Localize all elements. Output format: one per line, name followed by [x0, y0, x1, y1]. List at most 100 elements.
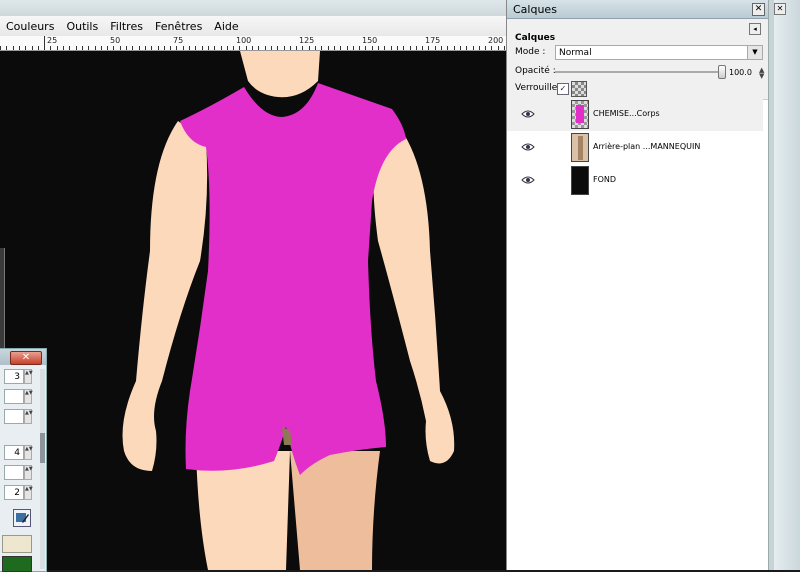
spin-field-4[interactable]: 4 [4, 445, 24, 460]
eye-icon[interactable] [521, 109, 535, 119]
ruler-tick [88, 46, 90, 50]
ruler-tick [195, 46, 197, 50]
ruler-tick [18, 46, 20, 50]
ruler-tick [144, 46, 146, 50]
spin-field-5[interactable] [4, 465, 24, 480]
opacity-value[interactable]: 100.0 [729, 68, 752, 77]
ruler-label: 125 [299, 36, 315, 45]
ruler-tick [157, 46, 159, 50]
spin-field-1[interactable]: 3 [4, 369, 24, 384]
ruler-tick [31, 46, 33, 50]
spin-arrows-icon[interactable]: ▲▼ [24, 445, 33, 460]
checker-lock-icon [571, 81, 587, 97]
ruler-label: 25 [47, 36, 58, 45]
opacity-slider-handle[interactable] [718, 65, 726, 79]
opacity-spin-icon[interactable]: ▲ ▼ [759, 67, 764, 80]
menu-aide[interactable]: Aide [208, 20, 244, 33]
ruler-tick [491, 46, 493, 50]
spin-arrows-icon[interactable]: ▲▼ [24, 389, 33, 404]
lock-alpha-checkbox[interactable]: ✓ [557, 83, 569, 95]
window-right-edge: ✕ [774, 0, 800, 570]
ruler-tick [327, 46, 329, 50]
ruler-tick [270, 46, 272, 50]
ruler-tick [315, 46, 316, 50]
layer-thumbnail [571, 100, 589, 129]
spin-arrows-icon[interactable]: ▲▼ [24, 465, 33, 480]
menu-couleurs[interactable]: Couleurs [0, 20, 60, 33]
ruler-tick [119, 46, 121, 50]
ruler-tick [6, 46, 8, 50]
menu-outils[interactable]: Outils [60, 20, 104, 33]
opacity-slider-track[interactable] [555, 71, 725, 73]
mode-dropdown[interactable]: Normal ▼ [555, 45, 763, 60]
spin-field-6[interactable]: 2 [4, 485, 24, 500]
layer-thumbnail [571, 133, 589, 162]
spin-field-3[interactable] [4, 409, 24, 424]
section-title: Calques [515, 33, 556, 43]
ruler-tick [459, 46, 461, 50]
ruler-tick [296, 46, 298, 50]
dialog-scrollbar[interactable] [40, 369, 45, 569]
ruler-tick [352, 46, 354, 50]
ruler-tick [283, 46, 285, 50]
ruler-tick [201, 46, 203, 50]
panel-menu-icon[interactable]: ◂ [749, 23, 761, 35]
ruler-tick [466, 46, 468, 50]
ruler-label: 175 [425, 36, 441, 45]
close-icon[interactable]: ✕ [752, 3, 765, 16]
close-button[interactable]: ✕ [10, 351, 42, 365]
ruler-tick [0, 46, 1, 50]
spin-arrows-icon[interactable]: ▲▼ [24, 409, 33, 424]
layers-panel: Calques ✕ Calques ◂ Mode : Normal ▼ Opac… [506, 0, 769, 570]
ruler-tick [447, 46, 449, 50]
window-top-strip [0, 0, 506, 16]
layer-row[interactable]: CHEMISE...Corps [507, 98, 763, 131]
ruler-label: 75 [173, 36, 184, 45]
menu-filtres[interactable]: Filtres [104, 20, 149, 33]
ruler-tick [63, 46, 64, 50]
scrollbar-thumb[interactable] [40, 433, 45, 463]
edit-icon[interactable] [13, 509, 31, 527]
ruler-tick [94, 46, 96, 50]
horizontal-ruler[interactable]: 25 50 75 100 125 150 175 200 [0, 36, 506, 51]
ruler-tick [12, 46, 14, 50]
ruler-tick [415, 46, 417, 50]
ruler-tick [441, 46, 442, 50]
ruler-tick [226, 46, 228, 50]
ruler-tick [277, 46, 279, 50]
mannequin-artwork [0, 51, 506, 570]
layers-options: Calques ◂ Mode : Normal ▼ Opacité : 100.… [507, 19, 769, 100]
layer-row[interactable]: Arrière-plan ...MANNEQUIN [507, 131, 763, 164]
spin-field-2[interactable] [4, 389, 24, 404]
ruler-tick [422, 46, 424, 50]
layer-row[interactable]: FOND [507, 164, 763, 197]
background-color-swatch[interactable] [2, 535, 32, 553]
ruler-tick [138, 46, 140, 50]
ruler-tick [233, 46, 235, 50]
layer-name[interactable]: CHEMISE...Corps [593, 109, 660, 118]
eye-icon[interactable] [521, 142, 535, 152]
ruler-tick [214, 46, 216, 50]
ruler-label: 200 [488, 36, 504, 45]
mode-label: Mode : [515, 47, 546, 57]
menu-fenetres[interactable]: Fenêtres [149, 20, 208, 33]
ruler-label: 50 [110, 36, 121, 45]
chevron-down-icon[interactable]: ▼ [747, 46, 762, 59]
eye-icon[interactable] [521, 175, 535, 185]
ruler-tick [485, 46, 487, 50]
ruler-tick [434, 46, 436, 50]
ruler-tick [113, 46, 115, 50]
close-icon[interactable]: ✕ [774, 3, 786, 15]
layer-name[interactable]: Arrière-plan ...MANNEQUIN [593, 142, 700, 151]
spin-arrows-icon[interactable]: ▲▼ [24, 369, 33, 384]
ruler-tick [245, 46, 247, 50]
ruler-tick [220, 46, 222, 50]
ruler-tick [289, 46, 291, 50]
layer-name[interactable]: FOND [593, 175, 616, 184]
ruler-tick [25, 46, 27, 50]
pencil-icon [16, 513, 29, 523]
layers-list: CHEMISE...Corps Arrière-plan ...MANNEQUI… [507, 98, 763, 197]
ruler-tick [478, 46, 480, 50]
spin-arrows-icon[interactable]: ▲▼ [24, 485, 33, 500]
image-canvas[interactable] [0, 51, 506, 570]
